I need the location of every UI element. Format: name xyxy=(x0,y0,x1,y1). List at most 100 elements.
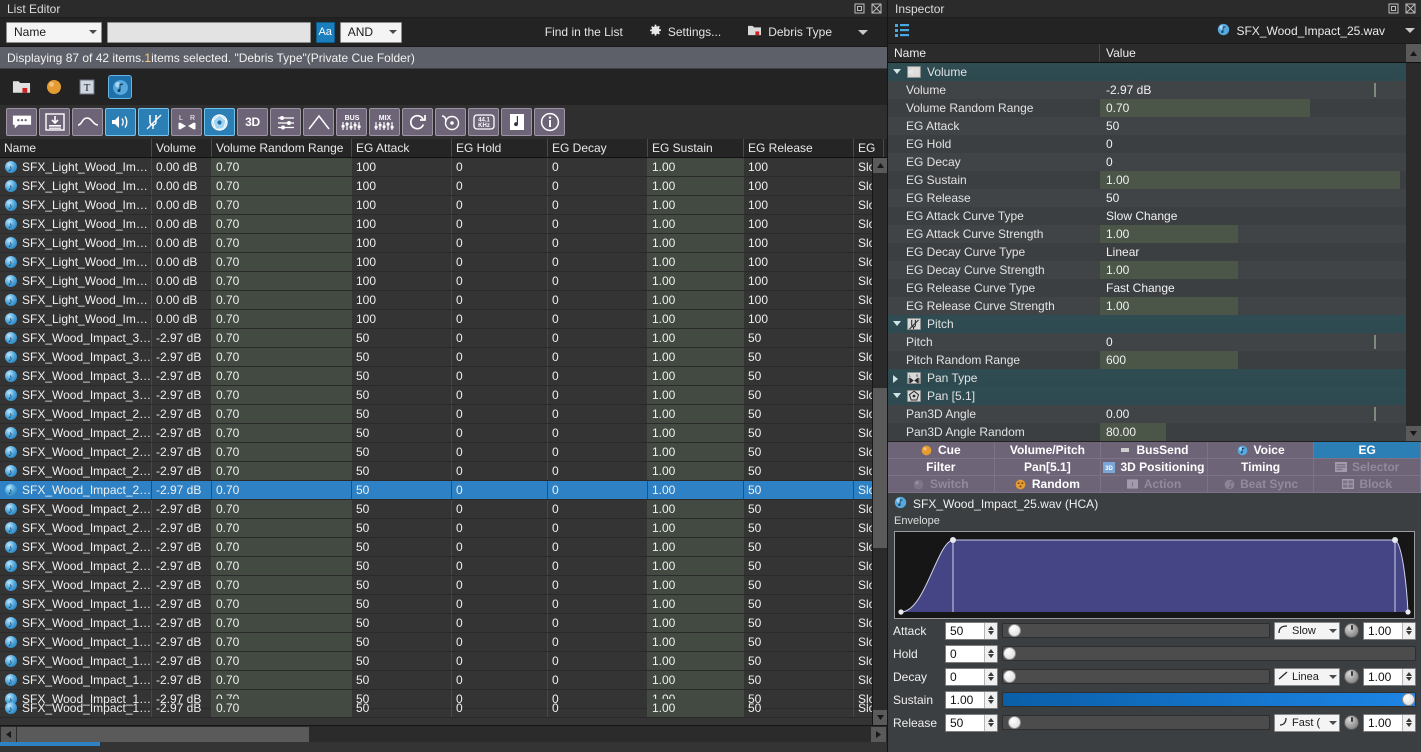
volume-icon[interactable] xyxy=(105,108,136,136)
envelope-decay-strength-value[interactable]: 1.00 xyxy=(1364,668,1402,685)
table-row[interactable]: SFX_Wood_Impact_1…-2.97 dB0.7050001.0050… xyxy=(0,633,887,652)
envelope-attack-curve-select[interactable]: Slow xyxy=(1274,621,1340,640)
cell-name[interactable]: SFX_Wood_Impact_2… xyxy=(0,462,152,480)
cell-eg-release[interactable]: 50 xyxy=(744,405,854,423)
cell-volume[interactable]: -2.97 dB xyxy=(152,386,212,404)
list-horizontal-scrollbar[interactable] xyxy=(0,725,887,742)
envelope-decay-curve-select[interactable]: Linea xyxy=(1274,667,1340,686)
table-row[interactable]: SFX_Light_Wood_Im…0.00 dB0.70100001.0010… xyxy=(0,291,887,310)
envelope-release-strength-stepper[interactable]: 1.00 xyxy=(1363,713,1416,732)
cell-eg-attack[interactable]: 50 xyxy=(352,405,452,423)
column-header-name[interactable]: Name xyxy=(0,139,152,157)
close-icon[interactable] xyxy=(870,2,883,15)
cell-eg-release[interactable]: 50 xyxy=(744,652,854,670)
list-vertical-scrollbar[interactable] xyxy=(872,158,887,725)
table-row[interactable]: SFX_Light_Wood_Im…0.00 dB0.70100001.0010… xyxy=(0,158,887,177)
table-row[interactable]: SFX_Wood_Impact_1…-2.97 dB0.7050001.0050… xyxy=(0,699,887,718)
cell-eg-decay[interactable]: 0 xyxy=(548,481,648,499)
cell-volume[interactable]: 0.00 dB xyxy=(152,253,212,271)
property-row[interactable]: EG Decay Curve Type Linear xyxy=(888,243,1421,261)
cell-volume-random-range[interactable]: 0.70 xyxy=(212,348,352,366)
cell-volume-random-range[interactable]: 0.70 xyxy=(212,196,352,214)
cell-volume[interactable]: -2.97 dB xyxy=(152,405,212,423)
cell-eg-sustain[interactable]: 1.00 xyxy=(648,538,744,556)
cell-eg-decay[interactable]: 0 xyxy=(548,158,648,176)
cell-eg-release[interactable]: 50 xyxy=(744,671,854,689)
curve-icon[interactable] xyxy=(72,108,103,136)
cell-name[interactable]: SFX_Wood_Impact_2… xyxy=(0,576,152,594)
stepper-arrows[interactable] xyxy=(984,645,997,662)
table-row[interactable]: SFX_Wood_Impact_3…-2.97 dB0.7050001.0050… xyxy=(0,386,887,405)
table-row[interactable]: SFX_Wood_Impact_1…-2.97 dB0.7050001.0050… xyxy=(0,671,887,690)
cell-eg-release[interactable]: 50 xyxy=(744,519,854,537)
property-row[interactable]: EG Release Curve Type Fast Change xyxy=(888,279,1421,297)
import-icon[interactable] xyxy=(39,108,70,136)
cell-eg-sustain[interactable]: 1.00 xyxy=(648,196,744,214)
envelope-hold-stepper[interactable]: 0 xyxy=(945,644,998,663)
scroll-down-icon[interactable] xyxy=(873,710,887,725)
3d-icon[interactable]: 3D xyxy=(237,108,268,136)
cell-volume[interactable]: -2.97 dB xyxy=(152,329,212,347)
cell-eg-attack[interactable]: 50 xyxy=(352,614,452,632)
property-value[interactable]: 0 xyxy=(1100,135,1421,153)
cell-eg-attack[interactable]: 50 xyxy=(352,481,452,499)
sample-rate-icon[interactable]: 44.1 KHz xyxy=(468,108,499,136)
cell-eg-release[interactable]: 50 xyxy=(744,386,854,404)
bus-icon[interactable]: BUS xyxy=(336,108,367,136)
cell-name[interactable]: SFX_Wood_Impact_3… xyxy=(0,367,152,385)
envelope-hold-value[interactable]: 0 xyxy=(946,645,984,662)
cell-volume-random-range[interactable]: 0.70 xyxy=(212,253,352,271)
cell-eg-decay[interactable]: 0 xyxy=(548,576,648,594)
cell-name[interactable]: SFX_Light_Wood_Im… xyxy=(0,253,152,271)
cell-eg-attack[interactable]: 50 xyxy=(352,652,452,670)
3d-positioning-icon[interactable] xyxy=(204,108,235,136)
envelope-icon[interactable] xyxy=(303,108,334,136)
cell-eg-decay[interactable]: 0 xyxy=(548,699,648,717)
property-value[interactable]: 1.00 xyxy=(1100,297,1421,315)
property-row[interactable]: EG Attack Curve Type Slow Change xyxy=(888,207,1421,225)
cell-volume[interactable]: -2.97 dB xyxy=(152,633,212,651)
cell-eg-release[interactable]: 100 xyxy=(744,272,854,290)
property-group-pan-type[interactable]: L R Pan Type xyxy=(888,369,1421,387)
scroll-up-icon[interactable] xyxy=(873,158,887,173)
cell-eg-sustain[interactable]: 1.00 xyxy=(648,443,744,461)
column-header-eg[interactable]: EG xyxy=(854,139,884,157)
property-group-volume[interactable]: Volume xyxy=(888,63,1421,81)
cell-eg-hold[interactable]: 0 xyxy=(452,158,548,176)
cell-name[interactable]: SFX_Wood_Impact_2… xyxy=(0,443,152,461)
cell-eg-sustain[interactable]: 1.00 xyxy=(648,234,744,252)
table-row[interactable]: SFX_Light_Wood_Im…0.00 dB0.70100001.0010… xyxy=(0,310,887,329)
envelope-decay-value[interactable]: 0 xyxy=(946,668,984,685)
stepper-arrows[interactable] xyxy=(984,622,997,639)
cell-eg-attack[interactable]: 50 xyxy=(352,329,452,347)
cell-volume-random-range[interactable]: 0.70 xyxy=(212,367,352,385)
table-row[interactable]: SFX_Light_Wood_Im…0.00 dB0.70100001.0010… xyxy=(0,234,887,253)
cell-volume[interactable]: 0.00 dB xyxy=(152,215,212,233)
cell-eg-sustain[interactable]: 1.00 xyxy=(648,671,744,689)
cell-eg-release[interactable]: 50 xyxy=(744,614,854,632)
tab-filter[interactable]: Filter xyxy=(888,459,995,476)
cell-eg-hold[interactable]: 0 xyxy=(452,595,548,613)
cell-volume[interactable]: -2.97 dB xyxy=(152,595,212,613)
cell-eg-release[interactable]: 50 xyxy=(744,348,854,366)
cell-eg-sustain[interactable]: 1.00 xyxy=(648,633,744,651)
cell-volume[interactable]: 0.00 dB xyxy=(152,158,212,176)
inspected-object[interactable]: SFX_Wood_Impact_25.wav xyxy=(1217,23,1415,39)
cell-volume-random-range[interactable]: 0.70 xyxy=(212,405,352,423)
envelope-release-stepper[interactable]: 50 xyxy=(945,713,998,732)
property-value[interactable]: 80.00 xyxy=(1100,423,1421,441)
cell-eg-release[interactable]: 100 xyxy=(744,196,854,214)
cell-volume[interactable]: 0.00 dB xyxy=(152,291,212,309)
cell-eg-sustain[interactable]: 1.00 xyxy=(648,500,744,518)
list-table-body[interactable]: SFX_Light_Wood_Im…0.00 dB0.70100001.0010… xyxy=(0,158,887,725)
stepper-arrows[interactable] xyxy=(984,714,997,731)
cell-eg-release[interactable]: 50 xyxy=(744,329,854,347)
tab-volume-pitch[interactable]: Volume/Pitch xyxy=(994,442,1102,459)
cell-eg-hold[interactable]: 0 xyxy=(452,538,548,556)
info-icon[interactable] xyxy=(534,108,565,136)
tab-random[interactable]: Random xyxy=(994,476,1102,493)
table-row[interactable]: SFX_Wood_Impact_2…-2.97 dB0.7050001.0050… xyxy=(0,576,887,595)
tab-timing[interactable]: Timing xyxy=(1207,459,1315,476)
cell-eg-attack[interactable]: 50 xyxy=(352,595,452,613)
cell-eg-decay[interactable]: 0 xyxy=(548,367,648,385)
